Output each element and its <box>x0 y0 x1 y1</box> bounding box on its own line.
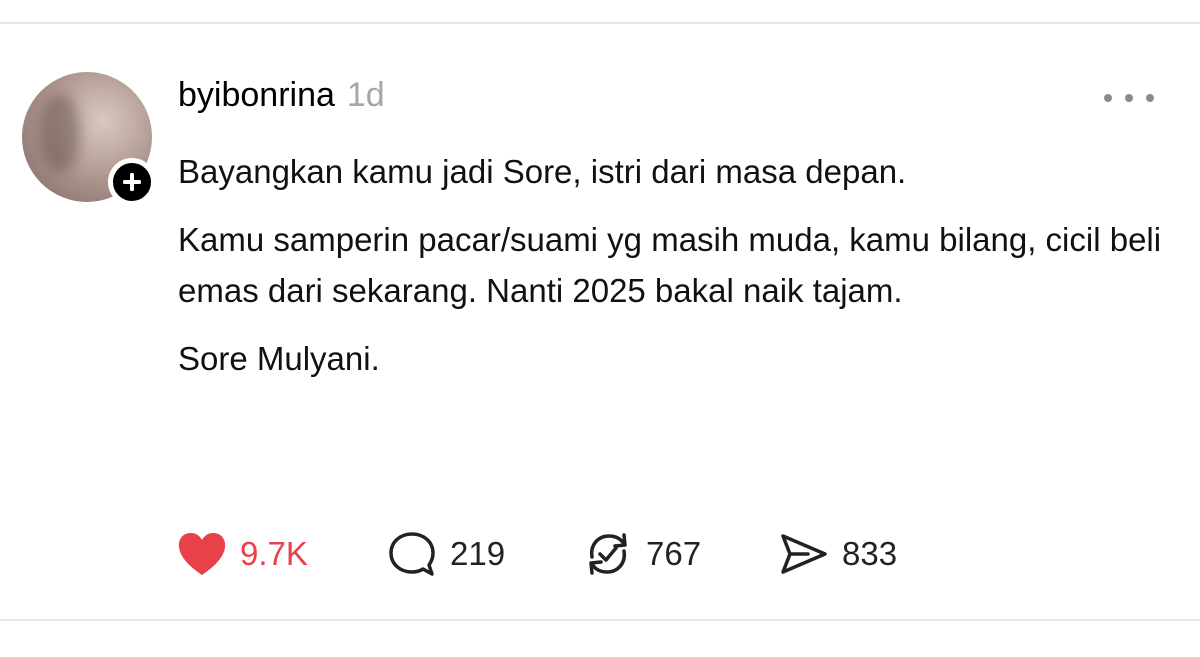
more-dots-icon <box>1125 94 1133 102</box>
repost-button[interactable]: 767 <box>582 529 778 579</box>
post-paragraph: Kamu samperin pacar/suami yg masih muda,… <box>178 221 1162 309</box>
repost-count: 767 <box>646 535 702 572</box>
post-paragraph: Bayangkan kamu jadi Sore, istri dari mas… <box>178 153 907 190</box>
like-count: 9.7K <box>240 535 308 572</box>
send-icon <box>781 534 827 574</box>
reply-count: 219 <box>450 535 506 572</box>
more-dots-icon <box>1104 94 1112 102</box>
share-count: 833 <box>842 535 898 572</box>
repost-check-icon <box>589 533 627 575</box>
follow-button[interactable] <box>108 158 156 206</box>
reply-button[interactable]: 219 <box>386 530 582 578</box>
post-actions: 9.7K 219 767 833 <box>176 526 897 582</box>
more-options-button[interactable] <box>1104 86 1154 110</box>
share-button[interactable]: 833 <box>778 531 897 577</box>
more-dots-icon <box>1146 94 1154 102</box>
heart-icon <box>178 533 226 575</box>
avatar-container[interactable] <box>22 72 156 206</box>
bottom-divider <box>0 619 1200 621</box>
plus-icon <box>123 173 141 191</box>
like-button[interactable]: 9.7K <box>176 531 386 577</box>
speech-bubble-icon <box>389 532 435 576</box>
post-header: byibonrina 1d <box>178 76 385 124</box>
post-timestamp: 1d <box>346 76 385 114</box>
thread-post: byibonrina 1d Bayangkan kamu jadi Sore, … <box>0 24 1200 619</box>
username-link[interactable]: byibonrina <box>178 76 335 115</box>
post-body: Bayangkan kamu jadi Sore, istri dari mas… <box>178 146 1178 401</box>
post-paragraph: Sore Mulyani. <box>178 340 380 377</box>
